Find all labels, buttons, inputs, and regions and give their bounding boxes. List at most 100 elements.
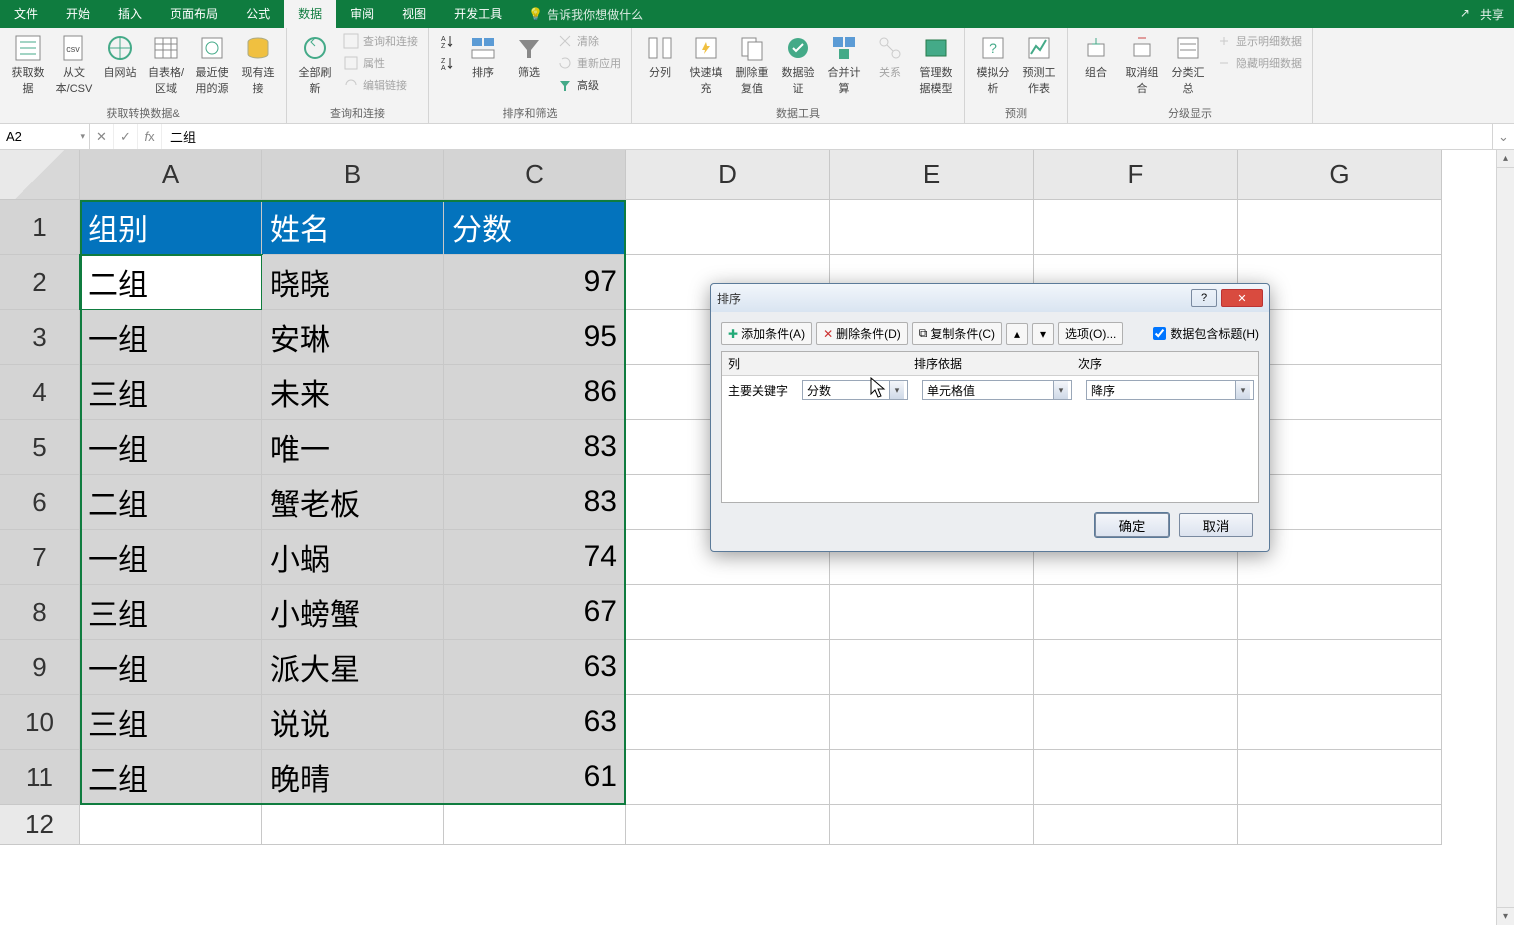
delete-level-button[interactable]: ✕删除条件(D) xyxy=(816,322,908,345)
cell[interactable] xyxy=(262,805,444,845)
cell[interactable]: 三组 xyxy=(80,695,262,750)
get-data-button[interactable]: 获取数据 xyxy=(6,30,50,100)
move-down-button[interactable]: ▾ xyxy=(1032,323,1054,345)
add-level-button[interactable]: ✚添加条件(A) xyxy=(721,322,812,345)
dialog-close-button[interactable]: ✕ xyxy=(1221,289,1263,307)
tab-home[interactable]: 开始 xyxy=(52,0,104,28)
cell[interactable]: 74 xyxy=(444,530,626,585)
cell[interactable]: 一组 xyxy=(80,640,262,695)
row-header[interactable]: 11 xyxy=(0,750,80,805)
sort-column-select[interactable]: 分数 xyxy=(802,380,908,400)
sort-asc-button[interactable]: AZ xyxy=(435,30,459,52)
row-header[interactable]: 3 xyxy=(0,310,80,365)
cell[interactable] xyxy=(626,200,830,255)
cell[interactable]: 唯一 xyxy=(262,420,444,475)
fx-icon[interactable]: fx xyxy=(138,124,162,149)
tab-insert[interactable]: 插入 xyxy=(104,0,156,28)
row-header[interactable]: 4 xyxy=(0,365,80,420)
sort-button[interactable]: 排序 xyxy=(461,30,505,84)
tab-review[interactable]: 审阅 xyxy=(336,0,388,28)
from-text-csv-button[interactable]: csv从文本/CSV xyxy=(52,30,96,100)
row-header[interactable]: 2 xyxy=(0,255,80,310)
cell[interactable]: 83 xyxy=(444,420,626,475)
scroll-up-icon[interactable]: ▴ xyxy=(1497,150,1514,168)
column-header-F[interactable]: F xyxy=(1034,150,1238,200)
cell[interactable]: 组别 xyxy=(80,200,262,255)
cell[interactable]: 说说 xyxy=(262,695,444,750)
cell[interactable] xyxy=(830,805,1034,845)
expand-formula-bar-icon[interactable]: ⌄ xyxy=(1492,124,1514,149)
cell[interactable] xyxy=(1238,585,1442,640)
data-validation-button[interactable]: 数据验证 xyxy=(776,30,820,100)
text-to-columns-button[interactable]: 分列 xyxy=(638,30,682,84)
dialog-titlebar[interactable]: 排序 ? ✕ xyxy=(711,284,1269,312)
cell[interactable]: 83 xyxy=(444,475,626,530)
from-table-button[interactable]: 自表格/区域 xyxy=(144,30,188,100)
cell[interactable]: 姓名 xyxy=(262,200,444,255)
column-header-E[interactable]: E xyxy=(830,150,1034,200)
share-icon[interactable]: ↗ xyxy=(1460,6,1470,23)
cell[interactable] xyxy=(1238,200,1442,255)
from-web-button[interactable]: 自网站 xyxy=(98,30,142,84)
row-header[interactable]: 7 xyxy=(0,530,80,585)
filter-button[interactable]: 筛选 xyxy=(507,30,551,84)
group-button[interactable]: 组合 xyxy=(1074,30,1118,84)
ok-button[interactable]: 确定 xyxy=(1095,513,1169,537)
cell[interactable]: 97 xyxy=(444,255,626,310)
cell[interactable] xyxy=(1238,695,1442,750)
consolidate-button[interactable]: 合并计算 xyxy=(822,30,866,100)
cell[interactable] xyxy=(626,750,830,805)
move-up-button[interactable]: ▴ xyxy=(1006,323,1028,345)
row-header[interactable]: 5 xyxy=(0,420,80,475)
tab-developer[interactable]: 开发工具 xyxy=(440,0,516,28)
dialog-help-button[interactable]: ? xyxy=(1191,289,1217,307)
cell[interactable] xyxy=(830,585,1034,640)
cell[interactable]: 分数 xyxy=(444,200,626,255)
cell[interactable]: 95 xyxy=(444,310,626,365)
formula-input[interactable]: 二组 xyxy=(162,124,1492,149)
cell[interactable]: 派大星 xyxy=(262,640,444,695)
cell[interactable] xyxy=(626,585,830,640)
advanced-button[interactable]: 高级 xyxy=(553,74,625,96)
cell[interactable]: 小蜗 xyxy=(262,530,444,585)
cell[interactable] xyxy=(830,750,1034,805)
cell[interactable] xyxy=(1238,640,1442,695)
sort-on-select[interactable]: 单元格值 xyxy=(922,380,1072,400)
row-header[interactable]: 6 xyxy=(0,475,80,530)
recent-sources-button[interactable]: 最近使用的源 xyxy=(190,30,234,100)
has-headers-checkbox[interactable]: 数据包含标题(H) xyxy=(1153,325,1259,342)
row-header[interactable]: 10 xyxy=(0,695,80,750)
cell[interactable]: 小螃蟹 xyxy=(262,585,444,640)
cell[interactable] xyxy=(1034,695,1238,750)
queries-connections-button[interactable]: 查询和连接 xyxy=(339,30,422,52)
row-header[interactable]: 12 xyxy=(0,805,80,845)
column-header-B[interactable]: B xyxy=(262,150,444,200)
sort-desc-button[interactable]: ZA xyxy=(435,52,459,74)
tab-data[interactable]: 数据 xyxy=(284,0,336,28)
cell[interactable]: 61 xyxy=(444,750,626,805)
cell[interactable]: 蟹老板 xyxy=(262,475,444,530)
cancel-icon[interactable]: ✕ xyxy=(90,124,114,149)
tab-view[interactable]: 视图 xyxy=(388,0,440,28)
column-header-D[interactable]: D xyxy=(626,150,830,200)
column-header-C[interactable]: C xyxy=(444,150,626,200)
cell[interactable]: 67 xyxy=(444,585,626,640)
cell[interactable] xyxy=(830,640,1034,695)
cell[interactable] xyxy=(830,695,1034,750)
forecast-sheet-button[interactable]: 预测工作表 xyxy=(1017,30,1061,100)
cell[interactable]: 晚晴 xyxy=(262,750,444,805)
cell[interactable] xyxy=(1034,200,1238,255)
row-header[interactable]: 9 xyxy=(0,640,80,695)
tab-file[interactable]: 文件 xyxy=(0,0,52,28)
cell[interactable]: 63 xyxy=(444,695,626,750)
cell[interactable] xyxy=(1034,750,1238,805)
cell[interactable] xyxy=(626,695,830,750)
cell[interactable] xyxy=(80,805,262,845)
scroll-down-icon[interactable]: ▾ xyxy=(1497,907,1514,925)
subtotal-button[interactable]: 分类汇总 xyxy=(1166,30,1210,100)
cell[interactable] xyxy=(444,805,626,845)
cell[interactable] xyxy=(1034,805,1238,845)
name-box[interactable]: A2 xyxy=(0,124,90,149)
cell[interactable]: 86 xyxy=(444,365,626,420)
row-header[interactable]: 8 xyxy=(0,585,80,640)
